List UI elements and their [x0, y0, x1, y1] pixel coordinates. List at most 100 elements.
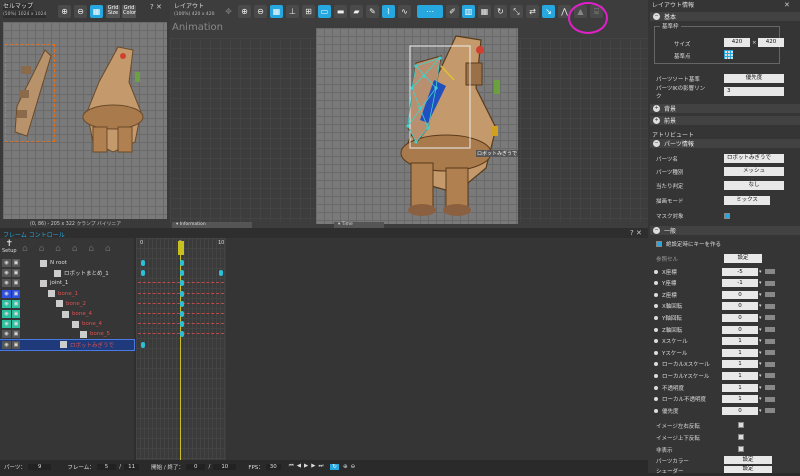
- tree-row[interactable]: ◉ ▣ bone_4: [0, 319, 134, 329]
- axis-icon[interactable]: ⊥: [286, 5, 299, 18]
- eye-icon[interactable]: ◉: [2, 320, 11, 329]
- mask-checkbox[interactable]: [724, 213, 730, 219]
- move-tool-icon[interactable]: ✥: [222, 5, 235, 18]
- timeline-zoom-out-icon[interactable]: ⊖: [351, 464, 356, 470]
- tree-row[interactable]: ◉ ▣ ロボットまとめ_1: [0, 268, 134, 278]
- section-parts-info[interactable]: − パーツ情報: [650, 139, 800, 148]
- spin-icon[interactable]: ▾: [759, 338, 762, 344]
- eye-icon[interactable]: ◉: [2, 310, 11, 318]
- grid-color-button[interactable]: Grid Color: [122, 5, 136, 18]
- rotate-icon[interactable]: ↻: [494, 5, 507, 18]
- tree-row[interactable]: ◉ ▣ bone_1: [0, 289, 134, 299]
- frame-input[interactable]: 5: [96, 463, 117, 470]
- pen-icon[interactable]: ✐: [446, 5, 459, 18]
- prop-value-input[interactable]: -5: [722, 267, 758, 276]
- prop-value-input[interactable]: 1: [722, 383, 758, 392]
- tree-row[interactable]: ◉ ▣ joint_1: [0, 278, 134, 288]
- zoom-out-icon[interactable]: ⊖: [74, 5, 87, 18]
- keyframe[interactable]: [219, 270, 223, 277]
- playhead-handle[interactable]: [178, 241, 184, 255]
- layout-canvas[interactable]: ロボットみぎうで: [316, 28, 518, 224]
- part-color-button[interactable]: 設定: [724, 456, 772, 464]
- slider-icon[interactable]: [764, 280, 775, 286]
- hit-select[interactable]: なし: [724, 181, 784, 190]
- spin-icon[interactable]: ▾: [759, 280, 762, 286]
- key-dot-icon[interactable]: [654, 339, 658, 344]
- cellmap-menu-icon[interactable]: ? ✕: [150, 3, 162, 11]
- slider-icon[interactable]: [764, 373, 775, 379]
- spin-icon[interactable]: ▾: [759, 385, 762, 391]
- prop-value-input[interactable]: 0: [722, 406, 758, 415]
- setup-button[interactable]: ✝ Setup: [2, 240, 17, 255]
- grid-small-icon[interactable]: ▦: [478, 5, 491, 18]
- slider-icon[interactable]: [764, 396, 775, 402]
- zoom-in-icon[interactable]: ⊕: [58, 5, 71, 18]
- prop-value-input[interactable]: 1: [722, 371, 758, 380]
- key-dot-icon[interactable]: [654, 408, 658, 413]
- start-frame-input[interactable]: 0: [185, 463, 206, 470]
- frame-icon[interactable]: ▭: [318, 5, 331, 18]
- size-width-input[interactable]: 420: [724, 38, 750, 47]
- ruler-icon[interactable]: ⊞: [302, 5, 315, 18]
- lock-icon[interactable]: ▣: [12, 289, 20, 298]
- spin-icon[interactable]: ▾: [759, 408, 762, 414]
- key-dot-icon[interactable]: [654, 397, 658, 402]
- keyframe[interactable]: [180, 270, 184, 277]
- spin-icon[interactable]: ▾: [759, 315, 762, 321]
- tree-row[interactable]: ◉ ▣ bone_2: [0, 299, 134, 309]
- spin-icon[interactable]: ▾: [759, 327, 762, 333]
- eye-icon[interactable]: ◉: [2, 289, 11, 298]
- zoom-out-icon[interactable]: ⊖: [254, 5, 267, 18]
- last-frame-icon[interactable]: ⏭: [318, 463, 326, 469]
- tree-row[interactable]: ◉ ▣ bone_4: [0, 309, 134, 319]
- key-dot-icon[interactable]: [654, 269, 658, 274]
- prop-value-input[interactable]: 0: [722, 290, 758, 299]
- lock-icon[interactable]: ▣: [12, 340, 20, 349]
- grid-toggle-icon[interactable]: ▦: [270, 5, 283, 18]
- keyframe[interactable]: [141, 260, 145, 266]
- spin-icon[interactable]: ▾: [759, 269, 762, 275]
- tree-row[interactable]: ◉ ▣ N root: [0, 258, 134, 268]
- zoom-in-icon[interactable]: ⊕: [238, 5, 251, 18]
- slider-icon[interactable]: [764, 292, 775, 298]
- slider-icon[interactable]: [764, 385, 775, 390]
- tree-row[interactable]: ◉ ▣ bone_5: [0, 329, 134, 339]
- eye-icon[interactable]: ◉: [2, 279, 11, 288]
- end-frame-input[interactable]: 10: [213, 463, 237, 470]
- prop-value-input[interactable]: -1: [722, 279, 758, 288]
- section-background[interactable]: + 背景: [650, 104, 800, 113]
- spin-icon[interactable]: ▾: [759, 303, 762, 309]
- set-key-row[interactable]: 絶設定時にキーを作る: [656, 240, 721, 248]
- keyframe[interactable]: [180, 311, 184, 317]
- prop-value-input[interactable]: 0: [722, 302, 758, 311]
- keyframe[interactable]: [141, 270, 145, 277]
- key-dot-icon[interactable]: [654, 292, 658, 297]
- hidden-checkbox[interactable]: [738, 446, 744, 452]
- lock-icon[interactable]: ▣: [12, 299, 20, 308]
- bone-view-icon[interactable]: ✎: [366, 5, 379, 18]
- lock-icon[interactable]: ▣: [12, 279, 20, 288]
- key-dot-icon[interactable]: [654, 281, 658, 286]
- eye-icon[interactable]: ◉: [2, 299, 11, 308]
- spin-icon[interactable]: ▾: [759, 373, 762, 379]
- spin-icon[interactable]: ▾: [759, 350, 762, 356]
- ik-icon[interactable]: ↘: [542, 5, 555, 18]
- ref-cell-button[interactable]: 設定: [724, 254, 762, 263]
- prop-value-input[interactable]: 1: [722, 395, 758, 404]
- prev-frame-icon[interactable]: ◀: [297, 463, 304, 469]
- flip-icon[interactable]: ⇄: [526, 5, 539, 18]
- cellmap-canvas[interactable]: [3, 22, 167, 219]
- mesh-icon[interactable]: ⋯: [417, 5, 443, 18]
- layout-info-close-icon[interactable]: ✕: [784, 1, 790, 9]
- section-foreground[interactable]: + 前景: [650, 116, 800, 125]
- slider-icon[interactable]: [764, 350, 775, 356]
- key-dot-icon[interactable]: [654, 385, 658, 390]
- scale-icon[interactable]: ⤡: [510, 5, 523, 18]
- eye-icon[interactable]: ◉: [2, 340, 11, 349]
- animation-tab[interactable]: Animation: [172, 22, 228, 38]
- lock-icon[interactable]: ▣: [12, 320, 20, 329]
- spin-icon[interactable]: ▾: [759, 361, 762, 367]
- key-dot-icon[interactable]: [654, 304, 658, 309]
- select-icon[interactable]: ▥: [462, 5, 475, 18]
- flip-h-checkbox[interactable]: [738, 422, 744, 428]
